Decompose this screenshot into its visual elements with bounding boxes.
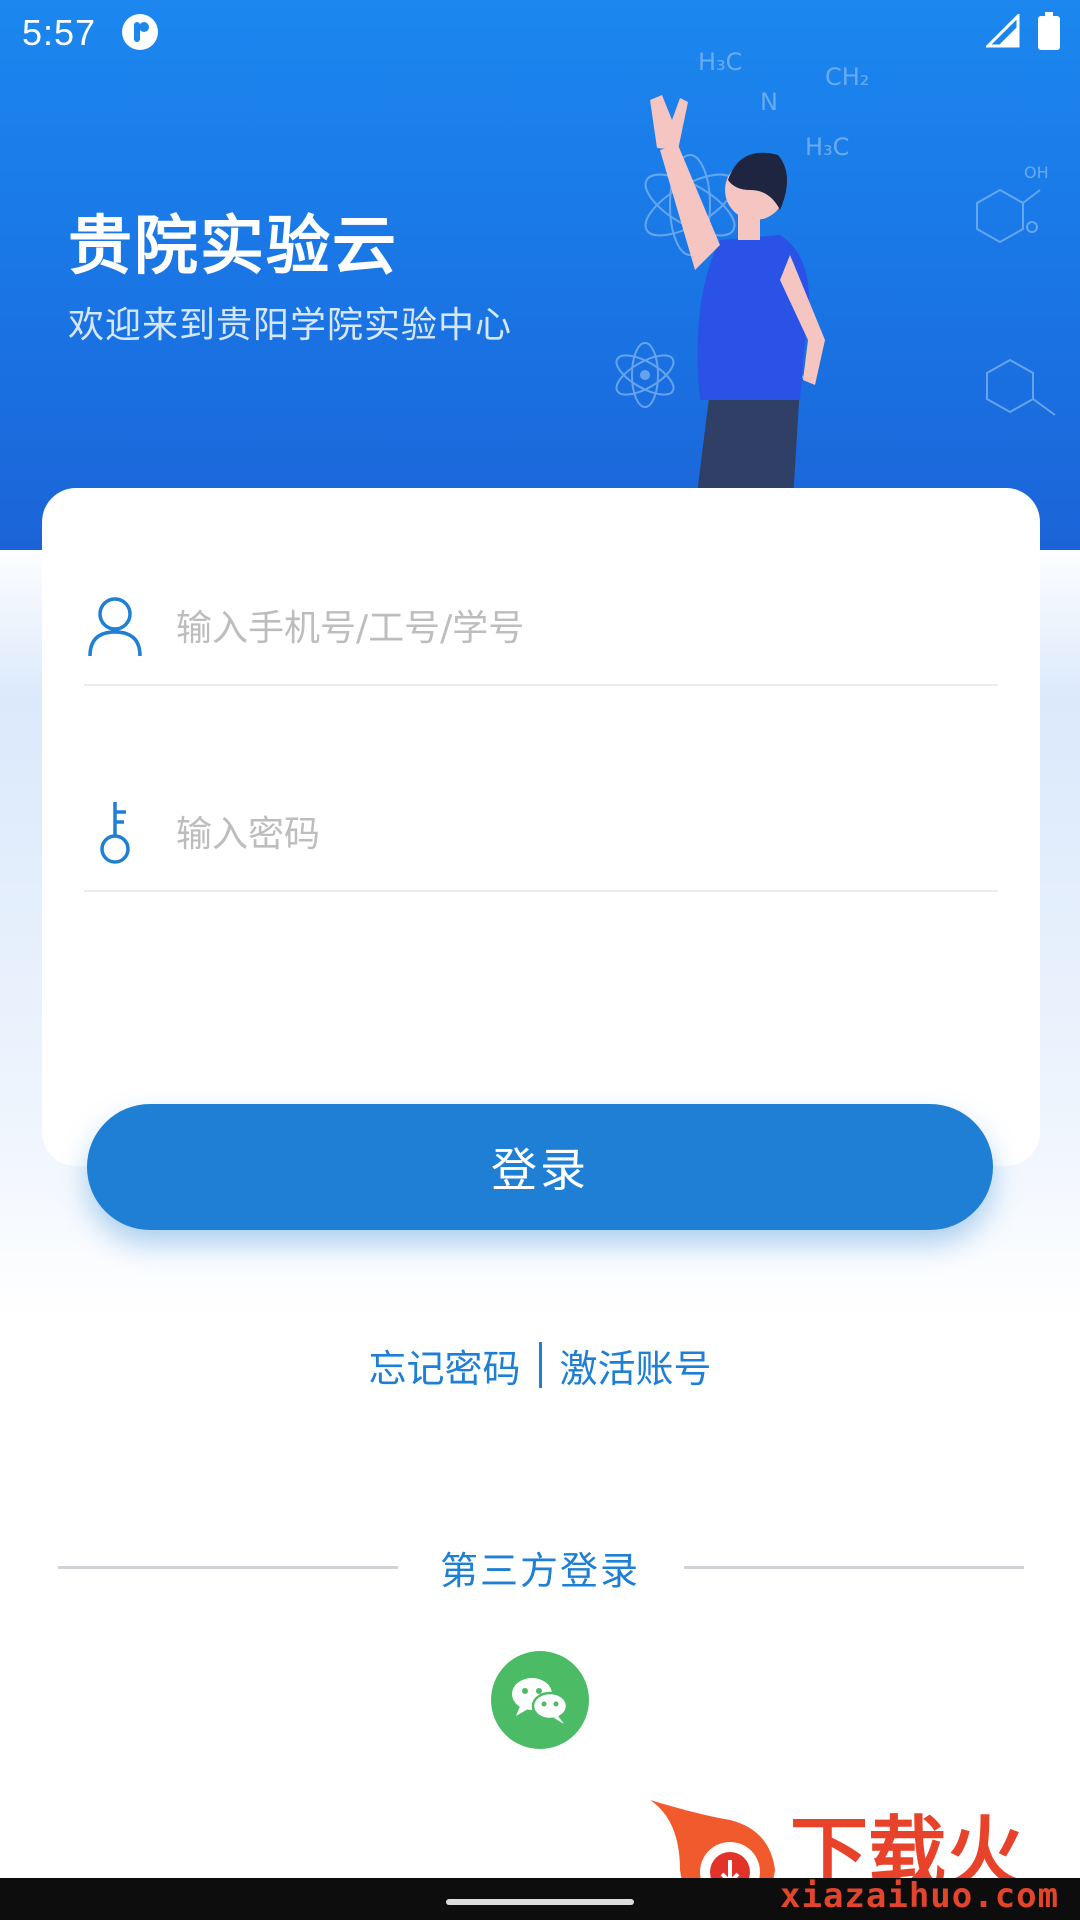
home-gesture-handle[interactable] xyxy=(446,1899,634,1905)
svg-text:H₃C: H₃C xyxy=(805,133,849,161)
login-button[interactable]: 登录 xyxy=(87,1104,993,1230)
password-field xyxy=(84,780,998,892)
wechat-login-button[interactable] xyxy=(491,1651,589,1749)
key-icon xyxy=(100,802,130,864)
account-links: 忘记密码 激活账号 xyxy=(0,1335,1080,1395)
scientist-illustration: H₃C N CH₂ H₃C OH OH xyxy=(615,48,1056,550)
svg-text:OH: OH xyxy=(1024,163,1049,182)
svg-text:CH₂: CH₂ xyxy=(825,63,869,91)
hero-banner: 5:57 贵院实验云 欢迎来到贵阳学院实验中心 H₃C N CH₂ H₃C OH xyxy=(0,0,1080,550)
svg-text:N: N xyxy=(760,88,778,116)
user-icon xyxy=(88,597,142,657)
forgot-password-link[interactable]: 忘记密码 xyxy=(368,1338,520,1393)
app-title: 贵院实验云 xyxy=(68,210,398,284)
watermark-url: xiazaihuo.com xyxy=(780,1876,1060,1916)
third-party-login-section: 第三方登录 xyxy=(0,1540,1080,1600)
divider-line-right xyxy=(684,1566,1024,1569)
svg-text:H₃C: H₃C xyxy=(698,48,742,76)
account-input[interactable] xyxy=(174,592,978,664)
wechat-icon xyxy=(512,1678,569,1724)
activate-account-link[interactable]: 激活账号 xyxy=(560,1338,712,1393)
password-input[interactable] xyxy=(174,798,978,870)
app-notification-icon xyxy=(122,14,158,50)
status-time: 5:57 xyxy=(22,12,97,53)
links-divider xyxy=(538,1342,542,1388)
app-subtitle: 欢迎来到贵阳学院实验中心 xyxy=(68,305,513,346)
account-field xyxy=(84,574,998,686)
